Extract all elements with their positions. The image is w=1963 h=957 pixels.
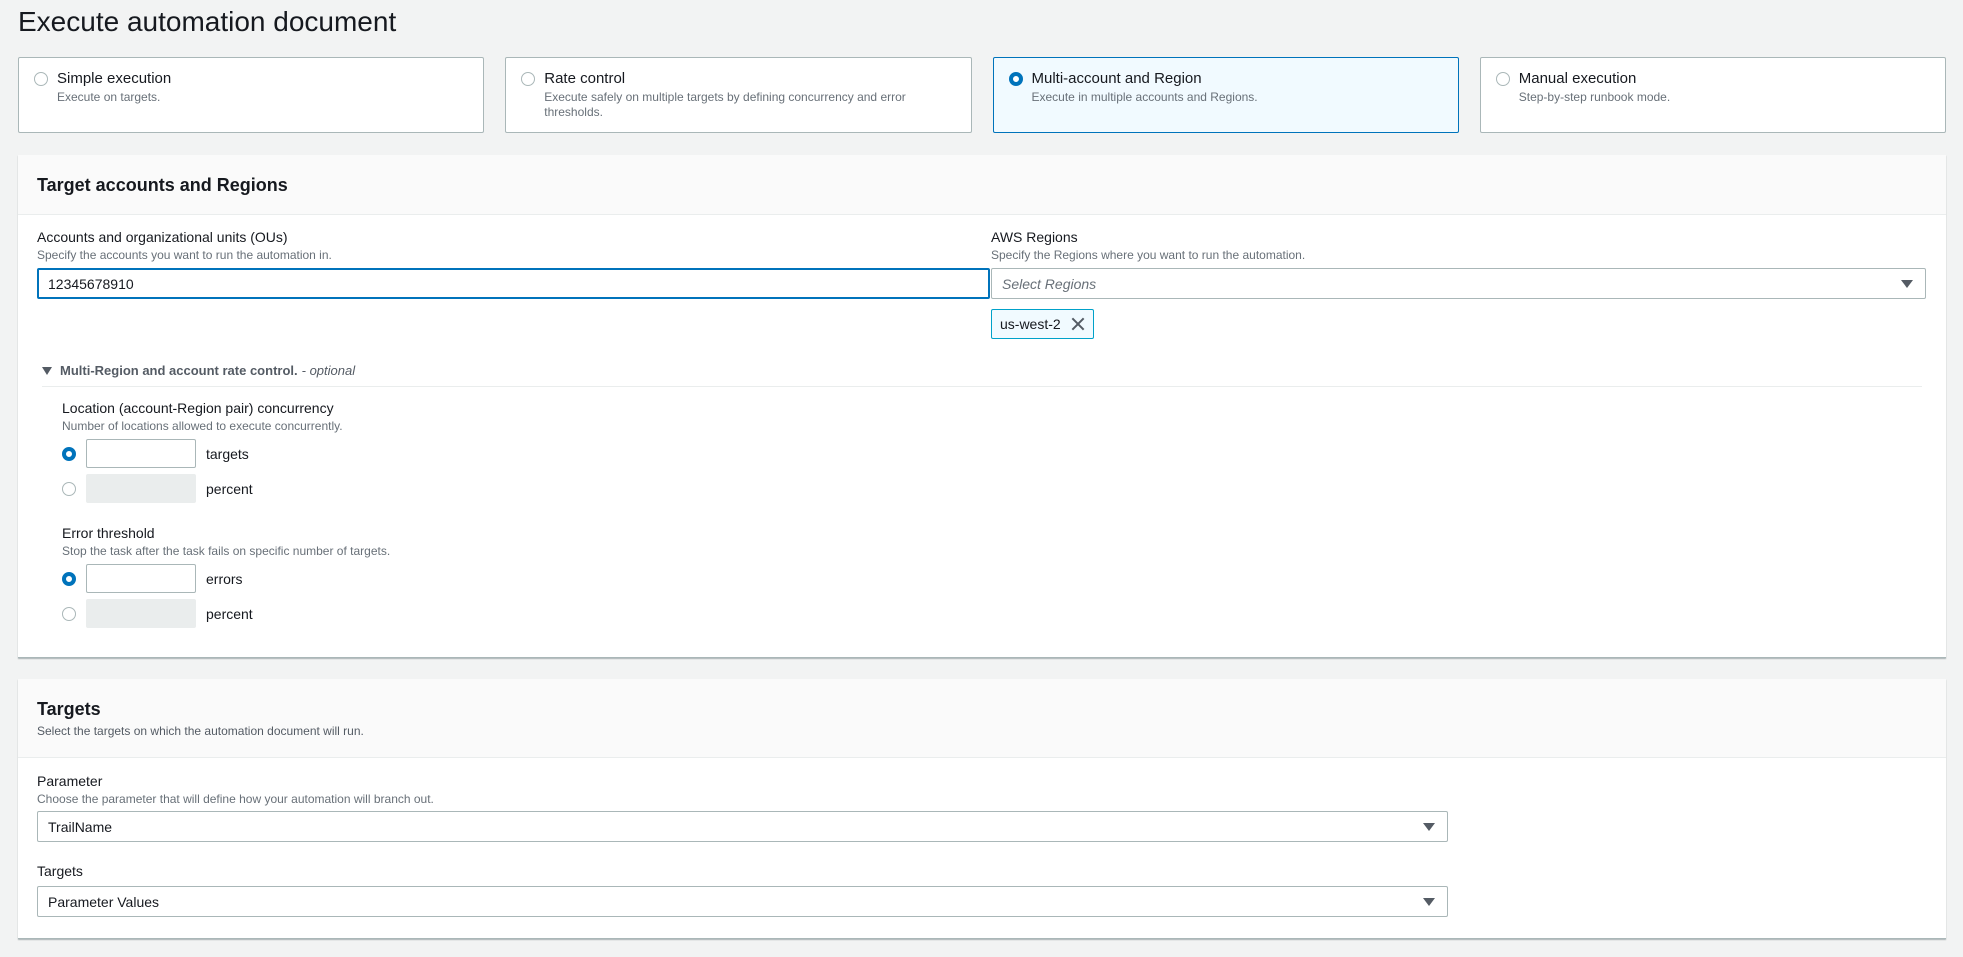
radio-errors-percent[interactable] — [62, 607, 76, 621]
radio-concurrency-percent[interactable] — [62, 482, 76, 496]
mode-desc: Execute in multiple accounts and Regions… — [1031, 90, 1258, 104]
caret-down-icon — [1423, 823, 1435, 831]
region-token: us-west-2 — [991, 309, 1094, 339]
panel-title: Targets — [37, 699, 101, 719]
panel-title: Target accounts and Regions — [37, 175, 288, 195]
mode-multi-account-region[interactable]: Multi-account and Region Execute in mult… — [992, 57, 1459, 133]
targets-value: Parameter Values — [48, 893, 160, 910]
accounts-input[interactable] — [37, 268, 990, 299]
concurrency-percent-input[interactable] — [86, 474, 196, 503]
accounts-label: Accounts and organizational units (OUs) — [37, 229, 288, 245]
error-threshold-desc: Stop the task after the task fails on sp… — [62, 544, 391, 558]
concurrency-targets-input[interactable] — [86, 439, 196, 468]
parameter-label: Parameter — [37, 773, 103, 789]
panel-subtitle: Select the targets on which the automati… — [37, 724, 364, 738]
accounts-desc: Specify the accounts you want to run the… — [37, 248, 332, 262]
parameter-select[interactable]: TrailName — [37, 811, 1448, 842]
parameter-desc: Choose the parameter that will define ho… — [37, 792, 434, 806]
regions-placeholder: Select Regions — [1002, 275, 1097, 292]
expander-title: Multi-Region and account rate control. — [60, 363, 298, 378]
targets-label: Targets — [37, 863, 83, 879]
error-threshold-label: Error threshold — [62, 525, 155, 541]
mode-label: Rate control — [544, 70, 626, 87]
errors-percent-input[interactable] — [86, 599, 196, 628]
mode-desc: Execute on targets. — [57, 90, 161, 104]
caret-down-icon — [1423, 898, 1435, 906]
unit-label: percent — [206, 606, 253, 622]
rate-control-expander[interactable]: Multi-Region and account rate control. -… — [42, 363, 1922, 387]
mode-desc: Step-by-step runbook mode. — [1518, 90, 1671, 104]
unit-label: errors — [206, 571, 243, 587]
target-accounts-panel: Target accounts and Regions Accounts and… — [18, 155, 1946, 658]
mode-label: Multi-account and Region — [1031, 70, 1202, 87]
expander-optional: - optional — [301, 363, 356, 378]
parameter-value: TrailName — [48, 818, 113, 835]
mode-manual-execution[interactable]: Manual execution Step-by-step runbook mo… — [1479, 57, 1946, 133]
mode-desc: Execute safely on multiple targets by de… — [544, 90, 906, 119]
unit-label: targets — [206, 446, 249, 462]
radio-concurrency-targets[interactable] — [62, 447, 76, 461]
mode-simple-execution[interactable]: Simple execution Execute on targets. — [18, 57, 485, 133]
radio-simple-execution[interactable] — [34, 72, 48, 86]
execution-mode-group: Simple execution Execute on targets. Rat… — [18, 57, 1946, 133]
regions-label: AWS Regions — [991, 229, 1078, 245]
caret-down-icon — [1901, 280, 1913, 288]
targets-panel: Targets Select the targets on which the … — [18, 679, 1946, 939]
close-icon[interactable] — [1071, 317, 1085, 331]
mode-label: Manual execution — [1518, 70, 1637, 87]
radio-manual-execution[interactable] — [1495, 72, 1510, 86]
triangle-down-icon — [42, 367, 52, 375]
unit-label: percent — [206, 481, 253, 497]
regions-select[interactable]: Select Regions — [991, 268, 1926, 299]
regions-desc: Specify the Regions where you want to ru… — [991, 248, 1306, 262]
region-token-label: us-west-2 — [1000, 316, 1061, 332]
errors-input[interactable] — [86, 564, 196, 593]
concurrency-desc: Number of locations allowed to execute c… — [62, 419, 343, 433]
panel-header: Targets Select the targets on which the … — [18, 679, 1946, 758]
concurrency-label: Location (account-Region pair) concurren… — [62, 400, 334, 416]
radio-multi-account-region[interactable] — [1008, 72, 1023, 86]
panel-header: Target accounts and Regions — [18, 155, 1946, 215]
mode-label: Simple execution — [57, 70, 172, 87]
targets-select[interactable]: Parameter Values — [37, 886, 1448, 917]
radio-rate-control[interactable] — [521, 72, 536, 86]
mode-rate-control[interactable]: Rate control Execute safely on multiple … — [505, 57, 972, 133]
page-title: Execute automation document — [18, 6, 397, 37]
radio-errors[interactable] — [62, 572, 76, 586]
